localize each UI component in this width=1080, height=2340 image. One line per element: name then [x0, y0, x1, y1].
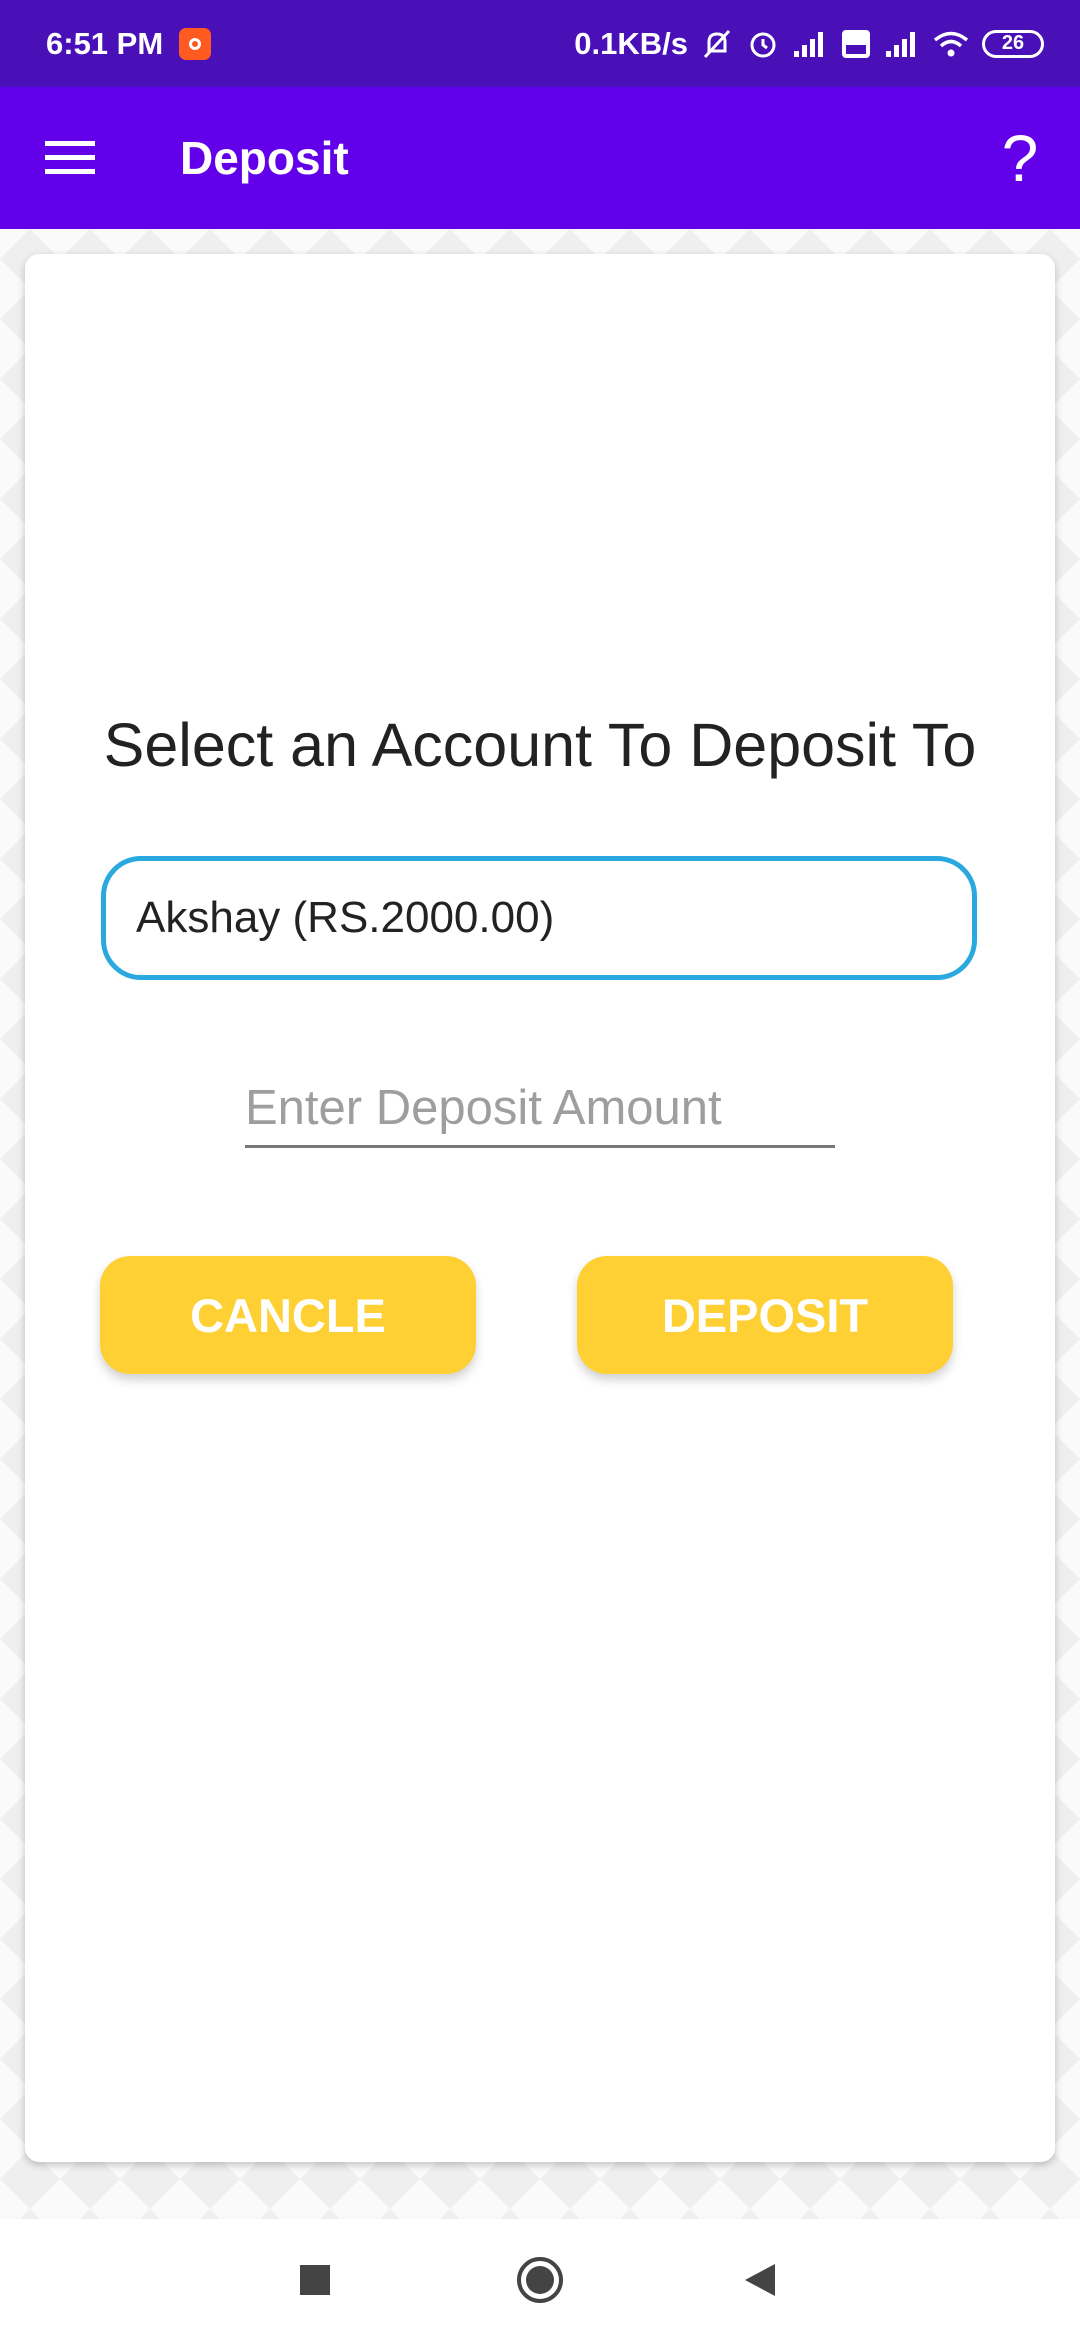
hamburger-menu-icon: [45, 141, 95, 174]
status-bar: 6:51 PM 0.1KB/s 26: [0, 0, 1080, 87]
network-speed: 0.1KB/s: [574, 25, 688, 61]
mute-icon: [703, 29, 731, 58]
menu-button[interactable]: [0, 87, 140, 229]
square-icon: [300, 2264, 330, 2295]
recents-button[interactable]: [255, 2219, 375, 2340]
deposit-amount-field: [245, 1070, 835, 1148]
back-button[interactable]: [700, 2219, 820, 2340]
battery-level: 26: [1001, 32, 1025, 54]
account-select[interactable]: Akshay (RS.2000.00): [101, 856, 977, 980]
deposit-card: [25, 254, 1055, 2162]
notification-app-icon: [179, 27, 212, 60]
deposit-amount-input[interactable]: [245, 1070, 835, 1145]
volte-icon: [842, 29, 870, 58]
app-bar: Deposit ?: [0, 87, 1080, 229]
deposit-button[interactable]: DEPOSIT: [577, 1256, 953, 1374]
select-account-heading: Select an Account To Deposit To: [103, 711, 977, 779]
help-button[interactable]: ?: [960, 87, 1080, 229]
back-triangle-icon: [745, 2263, 775, 2296]
signal-icon-2: [886, 31, 915, 57]
account-select-value: Akshay (RS.2000.00): [136, 893, 555, 942]
system-nav-bar: [0, 2219, 1080, 2340]
signal-icon: [794, 31, 823, 57]
page-title: Deposit: [180, 132, 349, 184]
cancel-button[interactable]: CANCLE: [100, 1256, 476, 1374]
home-button[interactable]: [480, 2219, 600, 2340]
battery-icon: 26: [982, 29, 1044, 58]
status-time: 6:51 PM: [46, 25, 164, 61]
alarm-icon: [750, 32, 776, 57]
circle-icon: [517, 2256, 563, 2303]
wifi-icon: [933, 31, 969, 56]
